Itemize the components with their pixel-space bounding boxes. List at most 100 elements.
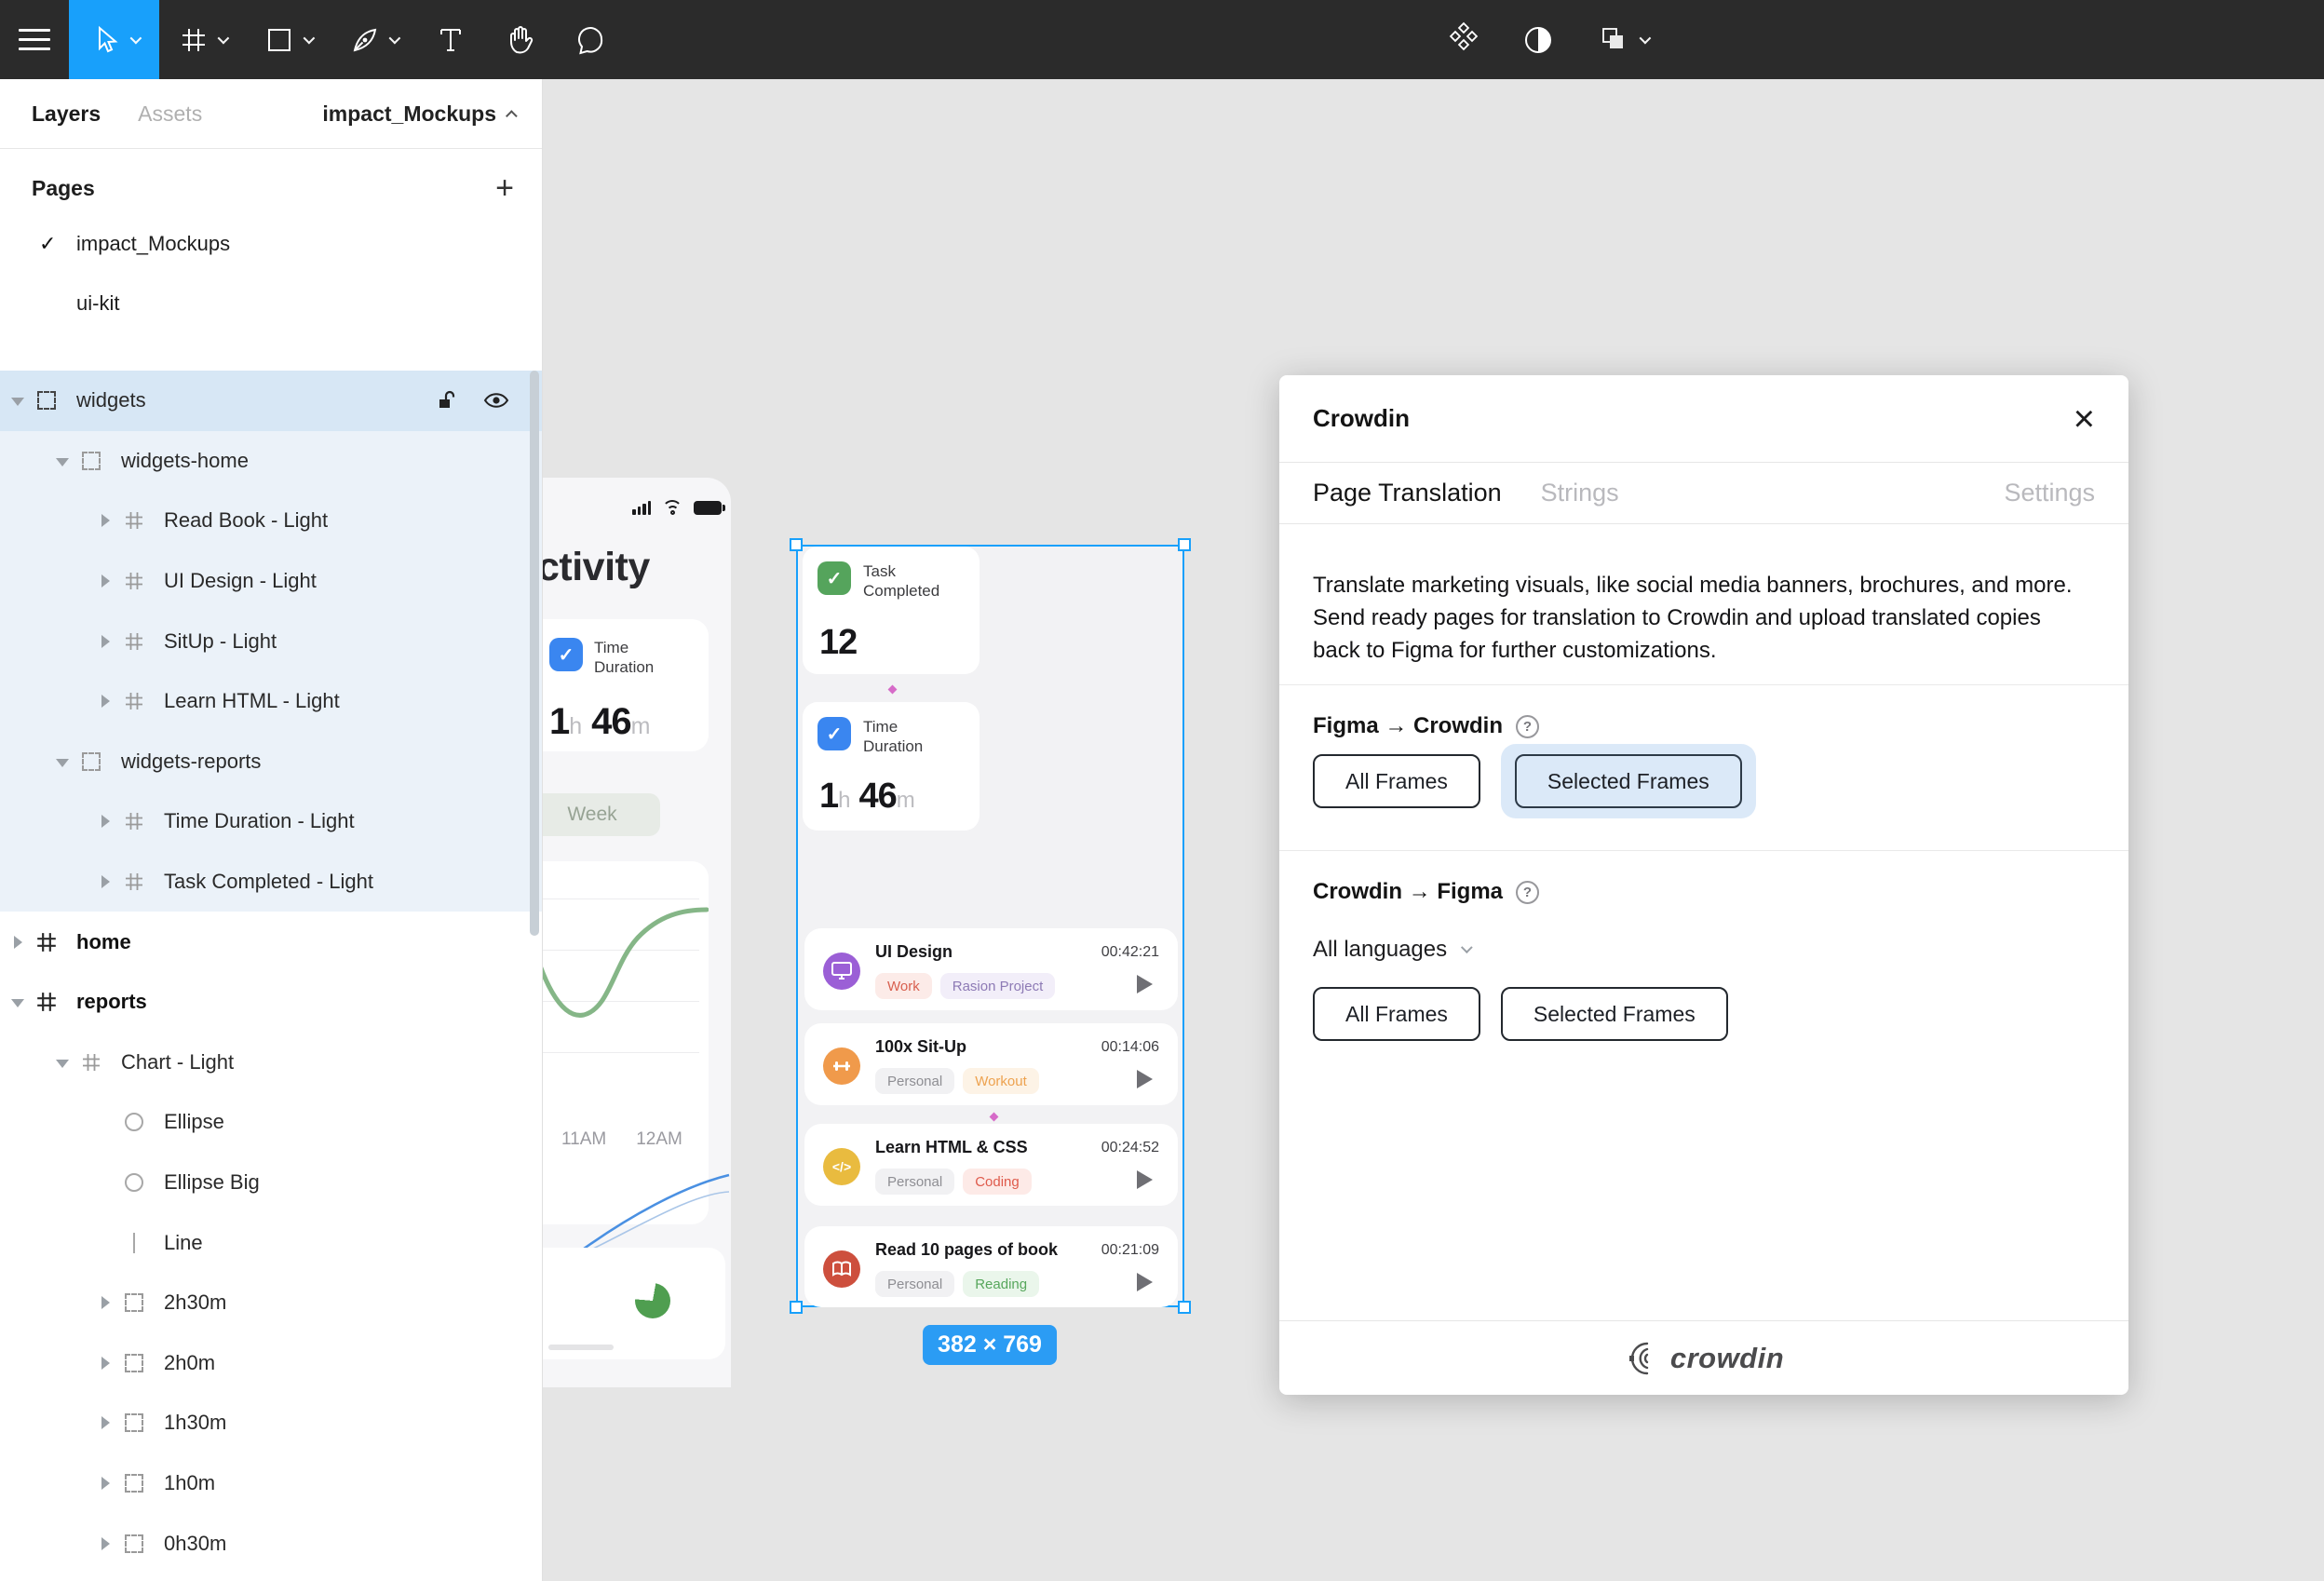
layer-row-reports[interactable]: reports [0, 972, 542, 1033]
page-item-ui-kit[interactable]: ui-kit [0, 274, 542, 333]
chevron-right-icon[interactable] [97, 694, 112, 709]
selection-size-badge: 382 × 769 [923, 1325, 1057, 1365]
layer-row-home[interactable]: home [0, 912, 542, 972]
play-icon[interactable] [1137, 975, 1153, 993]
play-icon[interactable] [1137, 1273, 1153, 1291]
layer-row-ellipse-big[interactable]: Ellipse Big [0, 1153, 542, 1213]
selected-frame-widgets[interactable]: ✓ Task Completed 12 ✓ Time Duration 1 h … [790, 538, 1191, 1314]
play-icon[interactable] [1137, 1070, 1153, 1088]
layer-row-chart-light[interactable]: Chart - Light [0, 1033, 542, 1093]
layer-row-2h0m[interactable]: 2h0m [0, 1333, 542, 1394]
layer-row-widgets[interactable]: widgets [0, 371, 542, 431]
language-dropdown[interactable]: All languages [1313, 937, 2095, 963]
layer-row-ui-design[interactable]: UI Design - Light [0, 550, 542, 612]
chevron-right-icon[interactable] [97, 1536, 112, 1551]
chevron-right-icon[interactable] [97, 513, 112, 528]
week-pill[interactable]: Week [543, 793, 660, 836]
chevron-up-icon [506, 109, 518, 122]
chevron-right-icon[interactable] [97, 1356, 112, 1371]
frame-grid-icon [123, 811, 145, 831]
layer-row-line[interactable]: Line [0, 1212, 542, 1273]
play-icon[interactable] [1137, 1170, 1153, 1189]
layer-row-1h30m[interactable]: 1h30m [0, 1393, 542, 1453]
pie-icon [635, 1283, 670, 1318]
sidebar-scrollbar[interactable] [530, 371, 539, 936]
selection-handle[interactable] [1178, 538, 1191, 551]
close-icon[interactable]: × [2074, 400, 2095, 438]
chevron-right-icon[interactable] [9, 935, 24, 950]
layer-row-time-duration[interactable]: Time Duration - Light [0, 791, 542, 852]
section-dashed-icon [80, 451, 102, 470]
tab-strings[interactable]: Strings [1541, 479, 1619, 507]
chevron-down-icon[interactable] [54, 1055, 69, 1070]
text-icon [440, 28, 461, 51]
selected-frames-button[interactable]: Selected Frames [1500, 987, 1728, 1041]
chevron-right-icon[interactable] [97, 574, 112, 588]
comment-tool-button[interactable] [556, 0, 625, 79]
selected-frames-button[interactable]: Selected Frames [1514, 754, 1742, 808]
tag: Personal [875, 1271, 955, 1297]
task-row-read-book: Read 10 pages of book 00:21:09 Personal … [804, 1226, 1178, 1307]
mockup-activity-partial[interactable]: ctivity ✓ Time Duration 1 h 46 m Week 11… [543, 478, 731, 1387]
tag: Personal [875, 1169, 955, 1195]
pen-tool-button[interactable] [331, 0, 416, 79]
frame-grid-icon [123, 691, 145, 711]
layer-tree: widgets widgets-home Read Book - Light U… [0, 371, 542, 1574]
chevron-down-icon[interactable] [54, 453, 69, 468]
chevron-right-icon[interactable] [97, 1476, 112, 1491]
tab-page-translation[interactable]: Page Translation [1313, 479, 1502, 507]
check-icon: ✓ [817, 561, 851, 595]
main-menu-button[interactable] [0, 0, 69, 79]
comment-icon [578, 26, 603, 54]
chevron-right-icon[interactable] [97, 814, 112, 829]
chevron-down-icon[interactable] [9, 393, 24, 408]
chevron-down-icon[interactable] [9, 994, 24, 1009]
help-icon[interactable]: ? [1516, 714, 1539, 738]
chevron-right-icon[interactable] [97, 634, 112, 649]
eye-icon[interactable] [482, 390, 510, 411]
selection-handle[interactable] [1178, 1301, 1191, 1314]
layer-row-widgets-reports[interactable]: widgets-reports [0, 731, 542, 792]
layer-row-0h30m[interactable]: 0h30m [0, 1513, 542, 1574]
mask-button[interactable] [1501, 21, 1575, 59]
chevron-right-icon[interactable] [97, 1415, 112, 1430]
selection-handle[interactable] [790, 538, 803, 551]
chevron-right-icon[interactable] [97, 1295, 112, 1310]
hand-tool-button[interactable] [485, 0, 556, 79]
layer-row-1h0m[interactable]: 1h0m [0, 1453, 542, 1514]
layer-row-ellipse[interactable]: Ellipse [0, 1092, 542, 1153]
page-selector-dropdown[interactable]: impact_Mockups [322, 101, 518, 127]
chevron-right-icon[interactable] [97, 874, 112, 889]
tab-settings[interactable]: Settings [2004, 479, 2095, 507]
text-tool-button[interactable] [416, 0, 485, 79]
layer-row-widgets-home[interactable]: widgets-home [0, 430, 542, 492]
monitor-icon [823, 953, 860, 990]
layer-row-2h30m[interactable]: 2h30m [0, 1273, 542, 1333]
boolean-groups-button[interactable] [1575, 21, 1667, 59]
task-row-situp: 100x Sit-Up 00:14:06 Personal Workout [804, 1023, 1178, 1105]
add-page-button[interactable]: + [495, 172, 514, 204]
tab-assets[interactable]: Assets [138, 101, 202, 127]
section-heading: Figma → Crowdin [1313, 713, 1503, 738]
all-frames-button[interactable]: All Frames [1313, 754, 1480, 808]
component-button[interactable] [1426, 21, 1501, 59]
layer-row-situp[interactable]: SitUp - Light [0, 611, 542, 671]
unlock-icon[interactable] [434, 388, 458, 412]
frame-grid-icon [123, 872, 145, 892]
page-item-impact-mockups[interactable]: ✓ impact_Mockups [0, 214, 542, 274]
toolbar-right-group [1426, 0, 1667, 79]
layer-row-learn-html[interactable]: Learn HTML - Light [0, 670, 542, 732]
layer-row-task-completed[interactable]: Task Completed - Light [0, 851, 542, 912]
shape-tool-button[interactable] [245, 0, 331, 79]
chevron-down-icon[interactable] [54, 754, 69, 769]
layer-row-read-book[interactable]: Read Book - Light [0, 491, 542, 551]
tab-layers[interactable]: Layers [32, 101, 101, 127]
help-icon[interactable]: ? [1516, 880, 1539, 904]
selection-handle[interactable] [790, 1301, 803, 1314]
ellipse-icon [123, 1173, 145, 1193]
frame-tool-button[interactable] [159, 0, 245, 79]
move-tool-button[interactable] [69, 0, 159, 79]
all-frames-button[interactable]: All Frames [1313, 987, 1480, 1041]
canvas[interactable]: ctivity ✓ Time Duration 1 h 46 m Week 11… [543, 79, 2324, 1581]
frame-icon [182, 28, 205, 51]
